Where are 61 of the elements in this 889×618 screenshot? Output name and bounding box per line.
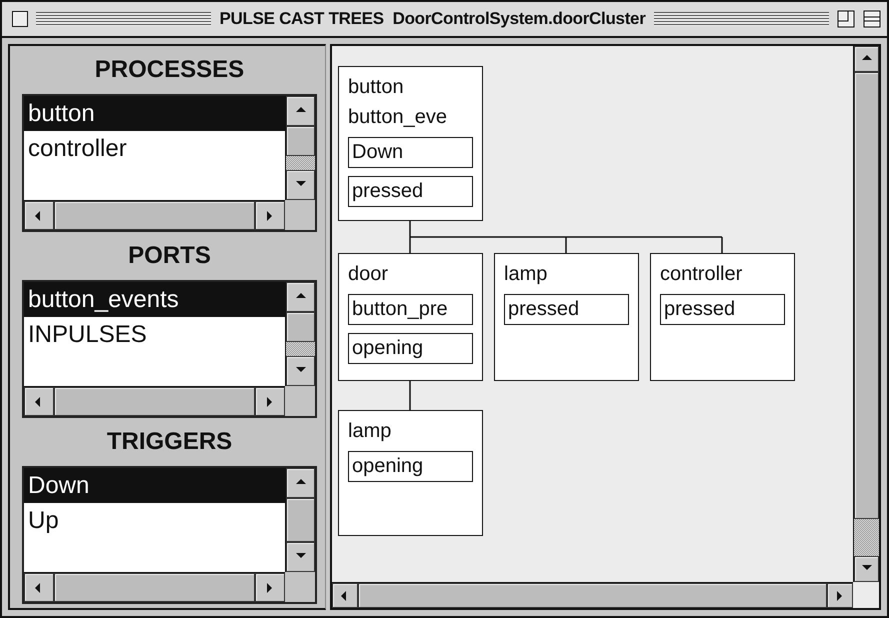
node-name: lamp: [504, 262, 548, 286]
window-title: PULSE CAST TREES DoorControlSystem.doorCluster: [219, 9, 646, 29]
scroll-thumb[interactable]: [54, 387, 255, 416]
node-field: button_pre: [348, 294, 473, 325]
tree-node[interactable]: lamp pressed: [494, 253, 639, 381]
scroll-down-button[interactable]: [854, 556, 879, 582]
vertical-scrollbar[interactable]: [285, 468, 315, 572]
scroll-up-button[interactable]: [854, 46, 879, 72]
scroll-down-button[interactable]: [286, 170, 315, 200]
panel-title: TRIGGERS: [106, 428, 232, 456]
scroll-thumb[interactable]: [54, 201, 255, 230]
scroll-up-button[interactable]: [286, 282, 315, 312]
tree-node[interactable]: controller pressed: [650, 253, 795, 381]
connector-line: [409, 380, 411, 411]
node-name: button: [348, 75, 405, 99]
vertical-scrollbar[interactable]: [853, 46, 879, 582]
vertical-scrollbar[interactable]: [285, 96, 315, 200]
horizontal-scrollbar[interactable]: [24, 572, 285, 602]
node-name: door: [348, 262, 390, 286]
scroll-thumb[interactable]: [286, 312, 315, 342]
scroll-left-button[interactable]: [24, 201, 54, 230]
scroll-right-button[interactable]: [255, 387, 285, 416]
scroll-up-button[interactable]: [286, 468, 315, 498]
scroll-right-button[interactable]: [255, 201, 285, 230]
scroll-thumb[interactable]: [286, 126, 315, 156]
scroll-right-button[interactable]: [827, 583, 853, 608]
node-field: opening: [348, 333, 473, 364]
scroll-thumb[interactable]: [854, 72, 879, 519]
scroll-down-button[interactable]: [286, 356, 315, 386]
node-field: pressed: [348, 176, 473, 207]
node-field: opening: [348, 451, 473, 482]
scroll-down-button[interactable]: [286, 542, 315, 572]
scroll-track: [286, 342, 315, 356]
tree-node[interactable]: door button_pre opening: [338, 253, 483, 381]
panel-title: PROCESSES: [94, 56, 244, 84]
list-item[interactable]: button: [24, 96, 285, 131]
scroll-up-button[interactable]: [286, 96, 315, 126]
tree-node[interactable]: button button_eve Down pressed: [338, 66, 483, 221]
node-field: Down: [348, 137, 473, 168]
tree-node[interactable]: lamp opening: [338, 410, 483, 536]
list-item[interactable]: button_events: [24, 282, 285, 317]
node-name: lamp: [348, 419, 392, 443]
scroll-track: [286, 156, 315, 170]
node-field: pressed: [504, 294, 629, 325]
horizontal-scrollbar[interactable]: [24, 386, 285, 416]
node-field: pressed: [660, 294, 785, 325]
scroll-left-button[interactable]: [332, 583, 358, 608]
list-item[interactable]: Down: [24, 468, 285, 503]
vertical-scrollbar[interactable]: [285, 282, 315, 386]
scroll-left-button[interactable]: [24, 387, 54, 416]
collapse-box-icon[interactable]: [863, 10, 881, 28]
scroll-thumb[interactable]: [54, 573, 255, 602]
panel-title: PORTS: [128, 242, 211, 270]
horizontal-scrollbar[interactable]: [24, 200, 285, 230]
close-box[interactable]: [12, 11, 28, 27]
scroll-thumb[interactable]: [286, 498, 315, 542]
zoom-box-icon[interactable]: [837, 10, 855, 28]
node-port: button_eve: [348, 105, 448, 129]
node-name: controller: [660, 262, 744, 286]
scroll-right-button[interactable]: [255, 573, 285, 602]
scroll-left-button[interactable]: [24, 573, 54, 602]
